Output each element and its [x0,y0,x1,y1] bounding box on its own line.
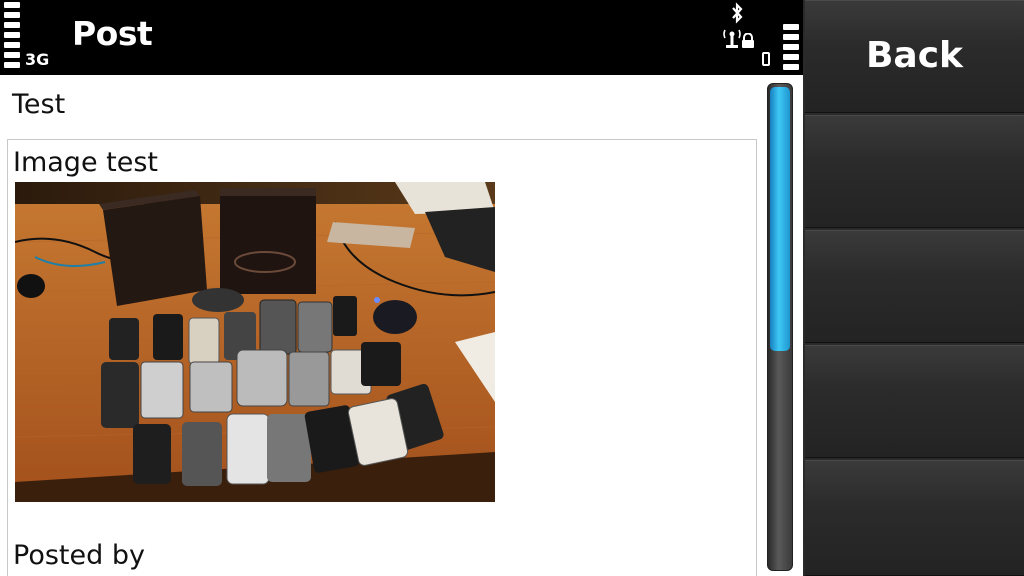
antenna-icon [723,29,741,48]
post-body: Image test Posted by [7,139,757,576]
back-button[interactable]: Back [805,0,1024,113]
post-image[interactable] [15,182,495,502]
post-title: Test [12,89,66,120]
bluetooth-icon [732,2,743,24]
post-subtitle: Image test [13,147,158,178]
keylock-icon [742,33,754,48]
softkey-4[interactable] [805,345,1024,458]
post-content[interactable]: Test Image test Posted by [0,75,803,576]
softkey-2[interactable] [805,115,1024,228]
scrollbar[interactable] [767,83,793,571]
softkey-5[interactable] [805,460,1024,576]
softkey-3[interactable] [805,230,1024,343]
network-type: 3G [25,50,50,69]
page-title: Post [72,14,153,53]
battery-icon [783,24,799,74]
softkey-panel: Back [803,0,1024,576]
back-button-label: Back [865,35,963,76]
scrollbar-thumb[interactable] [770,87,790,351]
battery-outline-icon [762,52,770,66]
status-bar: 3G Post [0,0,803,75]
posted-by-label: Posted by [13,540,145,571]
signal-strength-icon [4,2,20,74]
